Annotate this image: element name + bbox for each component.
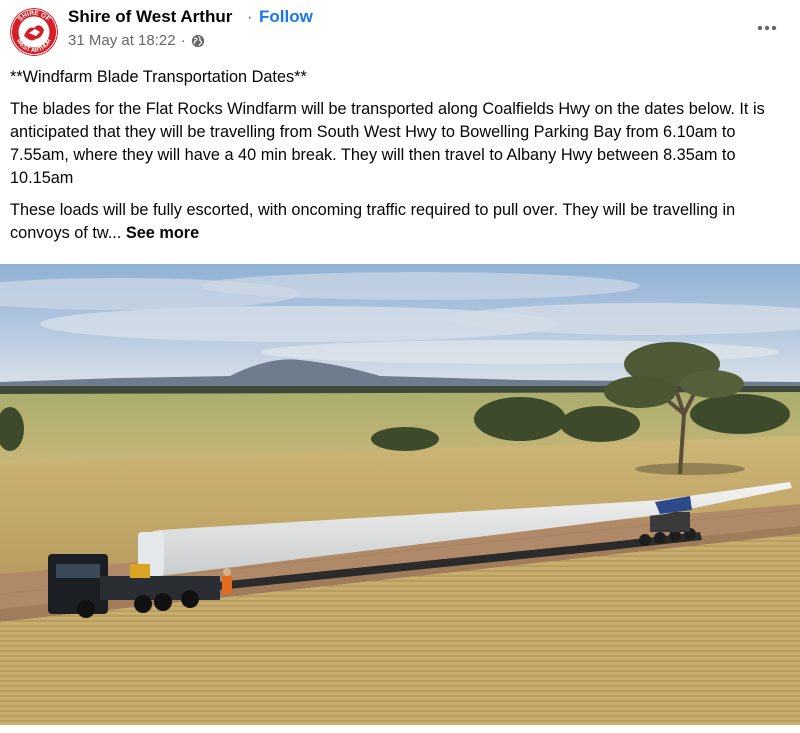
more-horizontal-icon[interactable]	[756, 18, 778, 38]
shire-logo: SHIRE OF WEST ARTHUR	[10, 8, 58, 56]
post-paragraph-2: These loads will be fully escorted, with…	[10, 199, 790, 245]
post-paragraph-1: The blades for the Flat Rocks Windfarm w…	[10, 100, 765, 187]
globe-icon[interactable]	[191, 34, 205, 48]
post-meta: 31 May at 18:22 ·	[68, 32, 205, 49]
see-more-button[interactable]: See more	[126, 224, 199, 242]
page-name-link[interactable]: Shire of West Arthur	[68, 7, 232, 27]
post-title: **Windfarm Blade Transportation Dates**	[10, 68, 307, 86]
page-avatar[interactable]: SHIRE OF WEST ARTHUR	[10, 8, 58, 56]
windfarm-blade-photo	[0, 264, 800, 725]
meta-separator: ·	[180, 32, 186, 49]
post-text: **Windfarm Blade Transportation Dates** …	[10, 66, 790, 254]
post-timestamp[interactable]: 31 May at 18:22	[68, 32, 176, 49]
post-photo[interactable]	[0, 264, 800, 725]
header-separator: ·	[247, 7, 253, 26]
post-paragraph-2-text: These loads will be fully escorted, with…	[10, 201, 736, 242]
post-header: SHIRE OF WEST ARTHUR Shire of West Arthu…	[0, 0, 800, 62]
follow-button[interactable]: Follow	[259, 7, 313, 27]
